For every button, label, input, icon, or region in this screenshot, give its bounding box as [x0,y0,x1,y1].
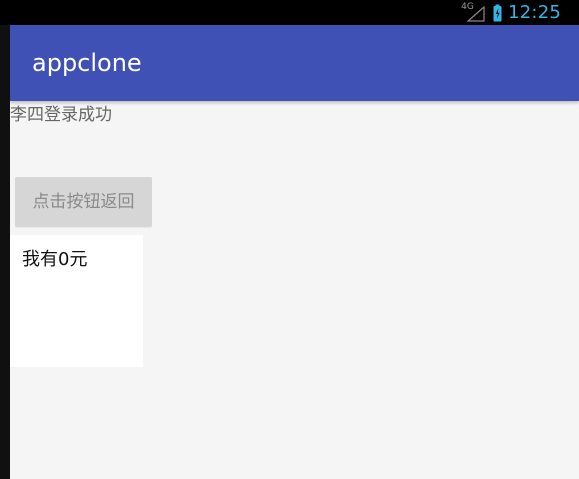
network-status: 4G [461,2,487,23]
app-screen: appclone 李四登录成功 点击按钮返回 我有0元 [10,25,579,479]
app-bar: appclone [10,25,579,101]
back-button[interactable]: 点击按钮返回 [15,177,152,227]
status-bar: 4G 12:25 [0,0,579,25]
login-success-message: 李四登录成功 [10,105,112,125]
money-panel: 我有0元 [10,235,143,367]
app-title: appclone [32,49,142,77]
android-device: 4G 12:25 appclone 李四登录成功 点击按钮返回 我有0元 [0,0,579,479]
status-bar-right: 4G 12:25 [461,0,561,25]
status-time: 12:25 [508,2,561,23]
signal-icon [467,5,485,22]
money-text: 我有0元 [22,249,88,270]
battery-charging-icon [493,4,502,21]
